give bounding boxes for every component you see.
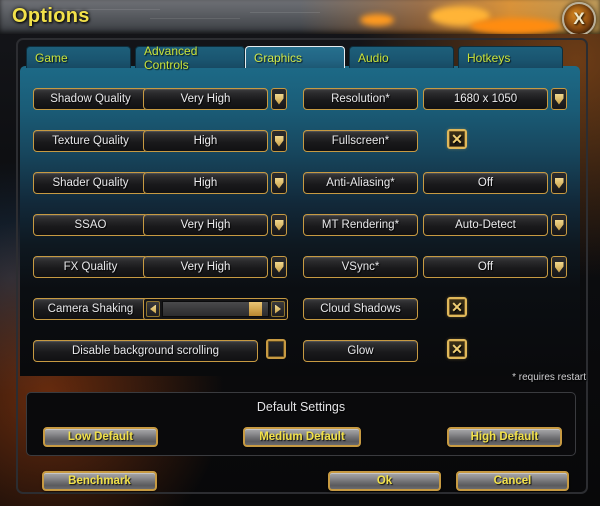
- dropdown-mt-rendering[interactable]: Auto-Detect: [423, 214, 567, 236]
- medium-default-button[interactable]: Medium Default: [243, 427, 361, 447]
- setting-label-mt-rendering: MT Rendering*: [303, 214, 418, 236]
- setting-label-glow: Glow: [303, 340, 418, 362]
- slider-decrease-icon[interactable]: [146, 301, 160, 317]
- chevron-down-icon[interactable]: [271, 88, 287, 110]
- setting-label-cloud-shadows: Cloud Shadows: [303, 298, 418, 320]
- dialog-footer: Benchmark Ok Cancel: [0, 466, 600, 496]
- check-x-icon: ✕: [451, 131, 463, 147]
- close-icon[interactable]: X: [562, 2, 596, 34]
- chevron-down-icon[interactable]: [551, 214, 567, 236]
- low-default-button[interactable]: Low Default: [43, 427, 158, 447]
- check-x-icon: ✕: [451, 341, 463, 357]
- chevron-down-icon[interactable]: [551, 256, 567, 278]
- setting-label-disable-background-scrolling: Disable background scrolling: [33, 340, 258, 362]
- dropdown-value-shader-quality[interactable]: High: [143, 172, 268, 194]
- dropdown-texture-quality[interactable]: High: [143, 130, 287, 152]
- dropdown-value-texture-quality[interactable]: High: [143, 130, 268, 152]
- lava-glow: [470, 18, 560, 34]
- tab-advanced-controls[interactable]: Advanced Controls: [135, 44, 245, 72]
- dropdown-value-shadow-quality[interactable]: Very High: [143, 88, 268, 110]
- setting-label-shader-quality: Shader Quality: [33, 172, 148, 194]
- setting-label-fx-quality: FX Quality: [33, 256, 148, 278]
- setting-label-ssao: SSAO: [33, 214, 148, 236]
- tab-hotkeys[interactable]: Hotkeys: [458, 46, 563, 68]
- chevron-down-icon[interactable]: [271, 130, 287, 152]
- dropdown-ssao[interactable]: Very High: [143, 214, 287, 236]
- checkbox-fullscreen[interactable]: ✕: [447, 129, 467, 149]
- slider-track[interactable]: [162, 301, 269, 317]
- setting-label-anti-aliasing: Anti-Aliasing*: [303, 172, 418, 194]
- chevron-down-icon[interactable]: [271, 256, 287, 278]
- benchmark-button[interactable]: Benchmark: [42, 471, 157, 491]
- checkbox-glow[interactable]: ✕: [447, 339, 467, 359]
- dropdown-value-resolution[interactable]: 1680 x 1050: [423, 88, 548, 110]
- setting-label-texture-quality: Texture Quality: [33, 130, 148, 152]
- dropdown-vsync[interactable]: Off: [423, 256, 567, 278]
- chevron-down-icon[interactable]: [551, 88, 567, 110]
- tab-audio[interactable]: Audio: [349, 46, 454, 68]
- default-settings-title: Default Settings: [256, 400, 346, 414]
- slider-camera-shaking[interactable]: [143, 298, 288, 320]
- checkbox-cloud-shadows[interactable]: ✕: [447, 297, 467, 317]
- slider-handle[interactable]: [248, 302, 263, 316]
- checkbox-disable-background-scrolling[interactable]: ✕: [266, 339, 286, 359]
- window-title: Options: [12, 5, 90, 27]
- dropdown-shader-quality[interactable]: High: [143, 172, 287, 194]
- lava-glow: [360, 14, 394, 26]
- dropdown-value-mt-rendering[interactable]: Auto-Detect: [423, 214, 548, 236]
- setting-label-resolution: Resolution*: [303, 88, 418, 110]
- default-settings-group: Default Settings Low Default Medium Defa…: [26, 392, 576, 456]
- ok-button[interactable]: Ok: [328, 471, 441, 491]
- stone-texture-streak: [150, 18, 240, 19]
- setting-label-fullscreen: Fullscreen*: [303, 130, 418, 152]
- dropdown-anti-aliasing[interactable]: Off: [423, 172, 567, 194]
- check-x-icon: ✕: [451, 299, 463, 315]
- setting-label-camera-shaking: Camera Shaking: [33, 298, 148, 320]
- requires-restart-note: * requires restart: [512, 372, 586, 383]
- tab-graphics[interactable]: Graphics: [245, 46, 345, 68]
- stone-texture-streak: [250, 12, 320, 13]
- dropdown-value-anti-aliasing[interactable]: Off: [423, 172, 548, 194]
- window-title-bar: Options X: [0, 0, 600, 34]
- cancel-button[interactable]: Cancel: [456, 471, 569, 491]
- chevron-down-icon[interactable]: [271, 214, 287, 236]
- dropdown-resolution[interactable]: 1680 x 1050: [423, 88, 567, 110]
- dropdown-fx-quality[interactable]: Very High: [143, 256, 287, 278]
- slider-increase-icon[interactable]: [271, 301, 285, 317]
- chevron-down-icon[interactable]: [271, 172, 287, 194]
- chevron-down-icon[interactable]: [551, 172, 567, 194]
- setting-label-shadow-quality: Shadow Quality: [33, 88, 148, 110]
- dropdown-value-ssao[interactable]: Very High: [143, 214, 268, 236]
- tab-game[interactable]: Game: [26, 46, 131, 68]
- setting-label-vsync: VSync*: [303, 256, 418, 278]
- graphics-settings-panel: Shadow Quality Very High Texture Quality…: [20, 66, 580, 376]
- dropdown-shadow-quality[interactable]: Very High: [143, 88, 287, 110]
- high-default-button[interactable]: High Default: [447, 427, 562, 447]
- dropdown-value-fx-quality[interactable]: Very High: [143, 256, 268, 278]
- dropdown-value-vsync[interactable]: Off: [423, 256, 548, 278]
